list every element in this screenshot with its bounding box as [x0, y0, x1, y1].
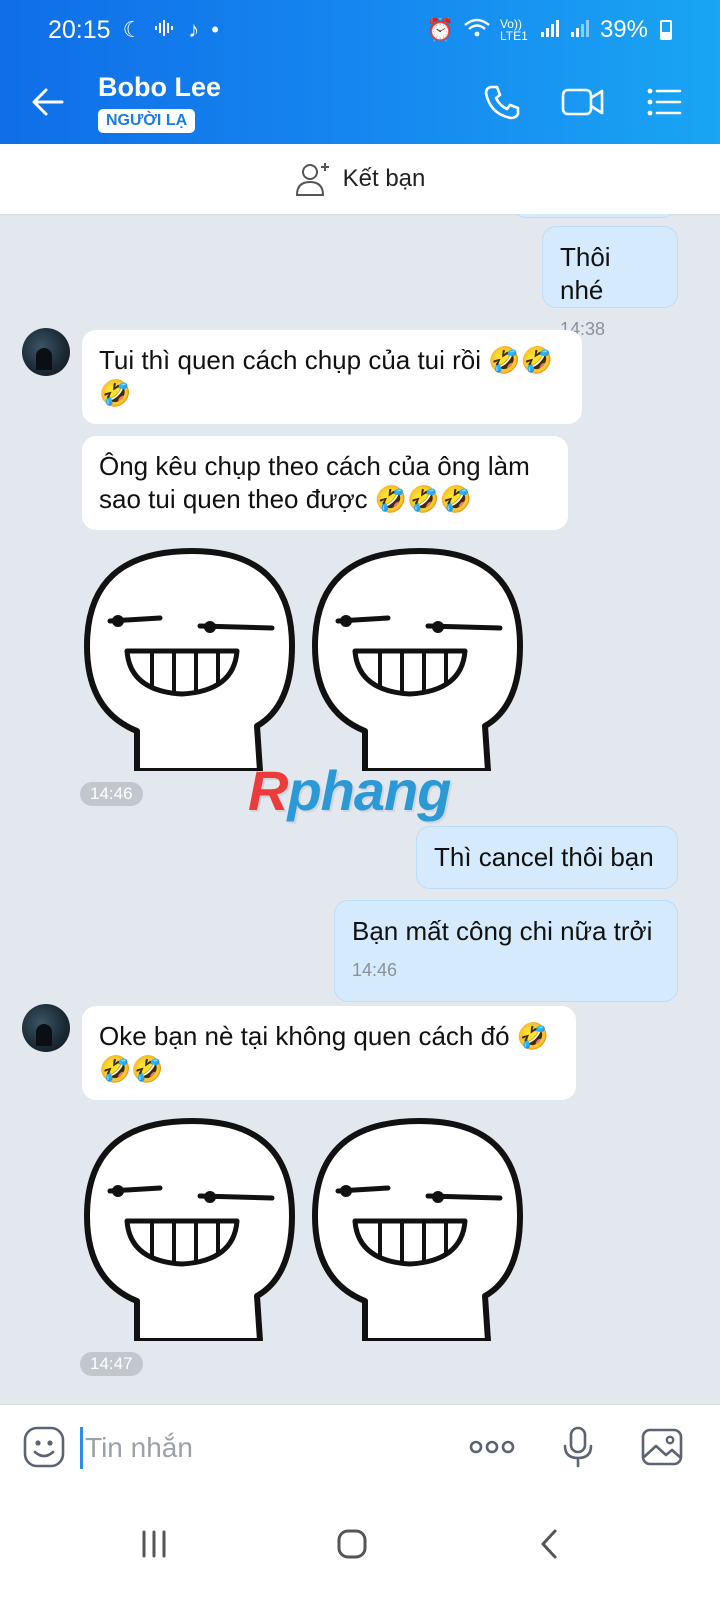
contact-name: Bobo Lee: [98, 72, 222, 102]
message-bubble-incoming[interactable]: Tui thì quen cách chụp của tui rồi 🤣🤣🤣: [82, 330, 582, 424]
sticker-face-left: [84, 1118, 295, 1341]
message-text: Tui thì quen cách chụp của tui rồi 🤣🤣🤣: [99, 345, 554, 408]
video-camera-icon: [561, 88, 604, 116]
message-composer: [0, 1404, 720, 1488]
tiktok-icon: ♪: [188, 17, 200, 42]
sticker-face-left: [84, 548, 295, 771]
top-header-area: 20:15 ☾ ♪ • ⏰ Vo)) LTE1 39% Bobo Lee NGƯ…: [0, 0, 720, 144]
arrow-left-icon: [32, 88, 64, 116]
soundwave-icon: [154, 19, 176, 41]
chat-header: Bobo Lee NGƯỜI LẠ: [0, 60, 720, 144]
more-dots-icon: [469, 1440, 515, 1454]
watermark: Rphang: [248, 759, 451, 822]
message-text: Ông kêu chụp theo cách của ông làm sao t…: [99, 451, 530, 514]
message-bubble-outgoing[interactable]: Thì cancel thôi bạn: [416, 826, 678, 889]
message-bubble-incoming[interactable]: Ông kêu chụp theo cách của ông làm sao t…: [82, 436, 568, 530]
sticker-image[interactable]: [82, 546, 532, 771]
network-label: Vo)) LTE1: [499, 17, 528, 43]
emoji-button[interactable]: [22, 1425, 66, 1469]
home-icon: [337, 1529, 367, 1559]
contact-info[interactable]: Bobo Lee NGƯỜI LẠ: [98, 72, 221, 133]
recent-apps-icon: [142, 1530, 166, 1558]
add-friend-button[interactable]: Kết bạn: [0, 144, 720, 214]
battery-icon: [660, 20, 672, 40]
message-bubble-outgoing[interactable]: Thôi nhé 14:38: [542, 226, 678, 339]
message-text: Oke bạn nè tại không quen cách đó 🤣🤣🤣: [99, 1021, 550, 1084]
back-nav-button[interactable]: [528, 1522, 572, 1566]
list-menu-icon: [647, 88, 682, 116]
sticker-face-right: [312, 548, 523, 771]
avatar[interactable]: [22, 1004, 70, 1052]
stranger-badge: NGƯỜI LẠ: [98, 109, 196, 133]
back-button[interactable]: [28, 82, 68, 122]
emoji-icon: [23, 1426, 65, 1468]
add-friend-label: Kết bạn: [342, 165, 426, 192]
voice-button[interactable]: [556, 1425, 600, 1469]
sticker-face-right: [312, 1118, 523, 1341]
alarm-icon: ⏰: [426, 17, 454, 42]
menu-button[interactable]: [644, 82, 686, 122]
sticker-time: 14:46: [80, 782, 143, 806]
image-icon: [641, 1428, 683, 1466]
message-bubble-outgoing[interactable]: Bạn mất công chi nữa trởi 14:46: [334, 900, 678, 1002]
status-bar: 20:15 ☾ ♪ • ⏰ Vo)) LTE1 39%: [0, 0, 720, 60]
dot-icon: •: [211, 17, 219, 42]
sticker-time: 14:47: [80, 1352, 143, 1376]
phone-icon: [484, 85, 520, 120]
call-button[interactable]: [482, 82, 524, 122]
home-button[interactable]: [330, 1522, 374, 1566]
system-nav-bar: [0, 1488, 720, 1600]
signal-icon: [540, 18, 560, 42]
message-bubble-incoming[interactable]: Oke bạn nè tại không quen cách đó 🤣🤣🤣: [82, 1006, 576, 1100]
message-input[interactable]: [80, 1427, 440, 1469]
message-text: Bạn mất công chi nữa trởi: [352, 916, 653, 946]
message-time: 14:46: [352, 960, 398, 980]
avatar[interactable]: [22, 328, 70, 376]
status-time: 20:15: [48, 15, 111, 44]
message-list[interactable]: Thôi nhé 14:38 Tui thì quen cách chụp củ…: [0, 214, 720, 1432]
message-text: Thì cancel thôi bạn: [434, 842, 654, 872]
more-button[interactable]: [468, 1425, 515, 1469]
battery-percent: 39%: [599, 16, 648, 43]
sticker-image[interactable]: [82, 1116, 532, 1341]
image-button[interactable]: [640, 1425, 684, 1469]
add-user-icon: [295, 163, 329, 196]
recent-apps-button[interactable]: [132, 1522, 176, 1566]
message-text: Thôi nhé: [560, 242, 611, 305]
video-call-button[interactable]: [560, 82, 604, 122]
moon-icon: ☾: [122, 17, 143, 42]
chevron-left-icon: [541, 1529, 557, 1559]
signal-2-icon: [570, 18, 590, 42]
wifi-icon: [464, 18, 490, 42]
message-bubble-partial: [512, 214, 676, 218]
microphone-icon: [563, 1426, 593, 1468]
